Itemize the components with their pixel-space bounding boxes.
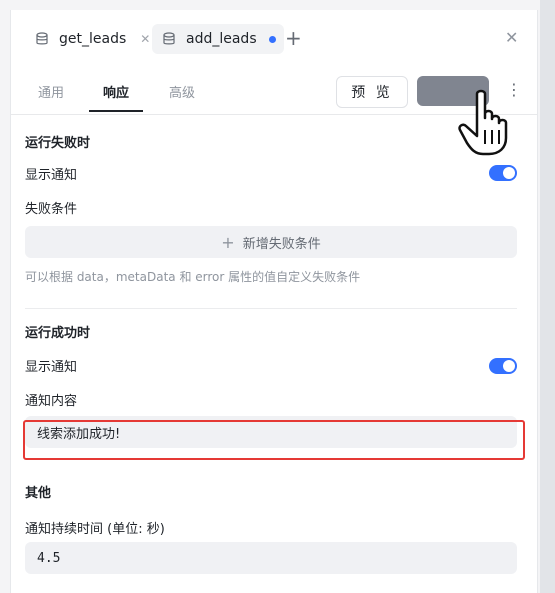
- scrollbar-track[interactable]: [540, 0, 555, 593]
- database-icon: [36, 32, 48, 45]
- failure-condition-hint: 可以根据 data，metaData 和 error 属性的值自定义失败条件: [25, 270, 361, 284]
- success-show-notice-label: 显示通知: [25, 360, 78, 375]
- section-divider: [25, 308, 517, 309]
- preview-button[interactable]: 预 览: [336, 76, 408, 108]
- plus-icon: +: [221, 232, 235, 252]
- duration-input[interactable]: 4.5: [25, 542, 517, 574]
- unsaved-dot-icon: [268, 35, 276, 43]
- plus-icon[interactable]: +: [285, 28, 302, 48]
- response-settings-panel: get_leads ✕ add_leads + ✕ 通用 响应 高级 预 览 ⋮…: [10, 10, 538, 593]
- close-icon[interactable]: ✕: [505, 28, 518, 47]
- notice-content-label: 通知内容: [25, 394, 78, 409]
- file-tab-bar: get_leads ✕ add_leads + ✕: [11, 10, 537, 68]
- failure-notice-toggle[interactable]: [489, 165, 517, 181]
- tab-general[interactable]: 通用: [38, 82, 64, 101]
- section-title-failure: 运行失败时: [25, 136, 91, 151]
- file-tab-add-leads[interactable]: add_leads: [152, 24, 284, 54]
- add-condition-label: 新增失败条件: [242, 236, 321, 252]
- database-icon: [163, 32, 175, 45]
- section-title-other: 其他: [25, 486, 52, 501]
- add-failure-condition-button[interactable]: + 新增失败条件: [25, 226, 517, 258]
- file-tab-get-leads[interactable]: get_leads ✕: [25, 24, 155, 54]
- close-icon[interactable]: ✕: [140, 32, 150, 46]
- hand-pointer-icon: [458, 89, 508, 156]
- duration-value: 4.5: [37, 550, 61, 566]
- tab-response[interactable]: 响应: [103, 82, 129, 101]
- response-content: 运行失败时 显示通知 失败条件 + 新增失败条件 可以根据 data，metaD…: [11, 114, 537, 593]
- failure-show-notice-label: 显示通知: [25, 168, 78, 183]
- file-tab-label: get_leads: [59, 31, 127, 47]
- active-tab-indicator: [89, 110, 143, 112]
- failure-condition-label: 失败条件: [25, 202, 78, 217]
- success-notice-toggle[interactable]: [489, 358, 517, 374]
- highlight-box: [23, 420, 525, 460]
- file-tab-label: add_leads: [186, 31, 257, 47]
- duration-label: 通知持续时间 (单位: 秒): [25, 522, 165, 537]
- tab-advanced[interactable]: 高级: [169, 82, 195, 101]
- section-title-success: 运行成功时: [25, 326, 91, 341]
